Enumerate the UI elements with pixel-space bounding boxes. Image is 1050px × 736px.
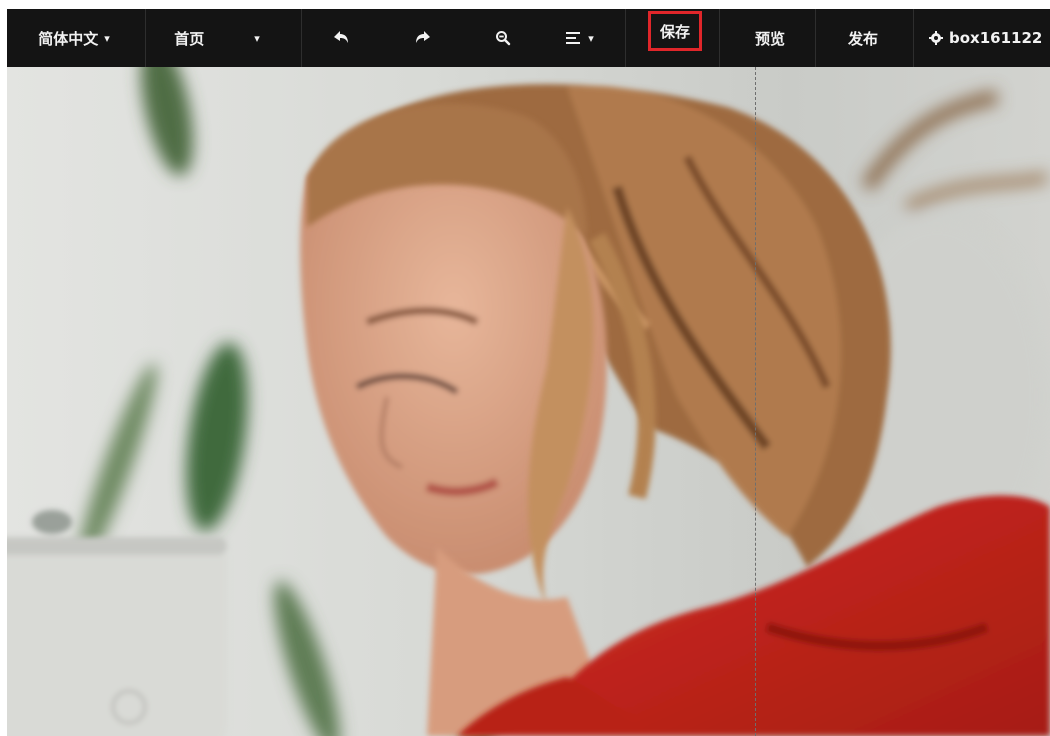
redo-icon bbox=[416, 31, 430, 43]
align-menu-button[interactable]: ▾ bbox=[547, 9, 613, 67]
save-label: 保存 bbox=[659, 22, 690, 41]
woman-photo bbox=[7, 67, 1050, 736]
language-label: 简体中文 bbox=[38, 29, 99, 48]
home-label: 首页 bbox=[174, 29, 205, 48]
editor-toolbar: 简体中文 ▾ 首页 ▾ ▾ 保存 预览 发布 box161122 bbox=[7, 9, 1050, 67]
chevron-down-icon: ▾ bbox=[254, 31, 260, 45]
publish-button[interactable]: 发布 bbox=[819, 9, 907, 67]
toolbar-divider bbox=[145, 9, 146, 67]
undo-icon bbox=[334, 31, 348, 43]
toolbar-divider bbox=[719, 9, 720, 67]
toolbar-divider bbox=[913, 9, 914, 67]
account-menu[interactable]: box161122 bbox=[919, 9, 1050, 67]
zoom-out-icon bbox=[496, 31, 511, 46]
toolbar-divider bbox=[625, 9, 626, 67]
redo-button[interactable] bbox=[389, 9, 457, 67]
language-selector[interactable]: 简体中文 ▾ bbox=[11, 9, 137, 67]
chevron-down-icon: ▾ bbox=[104, 31, 110, 45]
toolbar-divider bbox=[815, 9, 816, 67]
account-name: box161122 bbox=[949, 29, 1043, 47]
publish-label: 发布 bbox=[847, 29, 878, 48]
chevron-down-icon: ▾ bbox=[588, 31, 594, 45]
home-page-selector[interactable]: 首页 ▾ bbox=[147, 9, 287, 67]
zoom-button[interactable] bbox=[469, 9, 537, 67]
save-button[interactable]: 保存 bbox=[648, 11, 702, 51]
align-icon bbox=[566, 32, 581, 44]
preview-label: 预览 bbox=[754, 29, 785, 48]
gear-icon bbox=[929, 31, 943, 45]
toolbar-divider bbox=[301, 9, 302, 67]
hero-image bbox=[7, 67, 1050, 736]
preview-button[interactable]: 预览 bbox=[729, 9, 811, 67]
undo-button[interactable] bbox=[307, 9, 375, 67]
